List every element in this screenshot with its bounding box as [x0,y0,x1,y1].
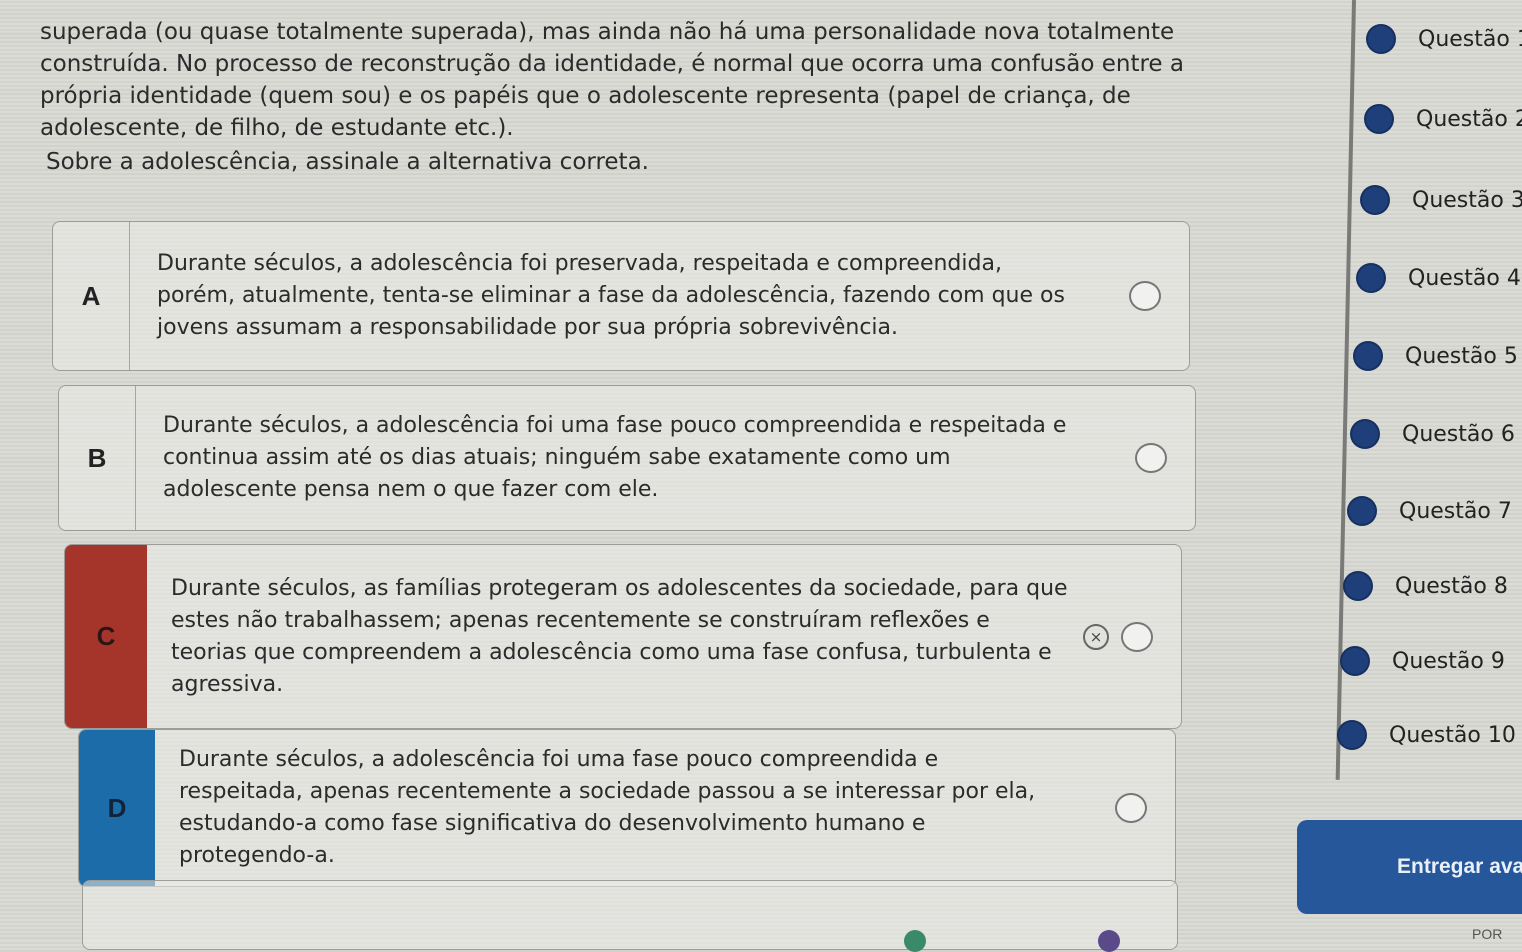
radio-button[interactable] [1129,281,1161,311]
nav-label: Questão 5 [1405,343,1518,369]
submit-assessment-button[interactable]: Entregar avaliação [1297,820,1522,914]
nav-label: Questão 1 [1418,26,1522,52]
radio-button[interactable] [1121,621,1153,652]
option-text: Durante séculos, a adolescência foi uma … [179,747,1036,868]
eliminate-icon[interactable]: × [1083,623,1109,650]
question-dot-icon [1368,26,1394,52]
passage-line: própria identidade (quem sou) e os papéi… [40,83,1131,109]
question-dot-icon [1352,421,1378,447]
nav-question-5[interactable]: Questão 5 [1355,343,1518,369]
passage-line: construída. No processo de reconstrução … [40,51,1184,77]
radio-button[interactable] [1135,443,1167,473]
nav-label: Questão 7 [1399,498,1512,524]
nav-question-7[interactable]: Questão 7 [1349,498,1512,524]
passage-line: adolescente, de filho, de estudante etc.… [40,115,514,141]
nav-question-4[interactable]: Questão 4 [1358,265,1521,291]
passage-line: superada (ou quase totalmente superada),… [40,19,1175,45]
option-text: Durante séculos, as famílias protegeram … [171,575,1068,697]
question-prompt: Sobre a adolescência, assinale a alterna… [46,149,649,175]
option-c[interactable]: C Durante séculos, as famílias protegera… [64,544,1182,729]
question-dot-icon [1342,648,1368,674]
option-letter: D [79,730,155,886]
option-d[interactable]: D Durante séculos, a adolescência foi um… [78,729,1176,887]
option-letter: A [53,222,130,370]
nav-question-9[interactable]: Questão 9 [1342,648,1505,674]
nav-question-8[interactable]: Questão 8 [1345,573,1508,599]
option-b[interactable]: B Durante séculos, a adolescência foi um… [58,385,1196,531]
option-a[interactable]: A Durante séculos, a adolescência foi pr… [52,221,1190,371]
nav-question-6[interactable]: Questão 6 [1352,421,1515,447]
nav-label: Questão 10 [1389,722,1516,748]
question-passage: superada (ou quase totalmente superada),… [40,16,1205,144]
nav-label: Questão 9 [1392,648,1505,674]
option-e-partial[interactable] [82,880,1178,950]
nav-question-3[interactable]: Questão 3 [1362,187,1522,213]
nav-question-10[interactable]: Questão 10 [1339,722,1516,748]
option-letter: B [59,386,136,530]
radio-button[interactable] [1115,793,1147,823]
nav-label: Questão 2 [1416,106,1522,132]
question-dot-icon [1358,265,1384,291]
option-text: Durante séculos, a adolescência foi pres… [157,251,1065,340]
status-dot-icon [904,930,926,952]
question-dot-icon [1339,722,1365,748]
question-dot-icon [1362,187,1388,213]
nav-question-2[interactable]: Questão 2 [1366,106,1522,132]
question-dot-icon [1366,106,1392,132]
question-dot-icon [1349,498,1375,524]
question-dot-icon [1345,573,1371,599]
option-text: Durante séculos, a adolescência foi uma … [163,413,1067,502]
nav-label: Questão 4 [1408,265,1521,291]
footer-label: POR [1472,926,1503,942]
nav-label: Questão 3 [1412,187,1522,213]
nav-label: Questão 6 [1402,421,1515,447]
nav-question-1[interactable]: Questão 1 [1368,26,1522,52]
option-letter: C [65,545,147,728]
status-dot-icon [1098,930,1120,952]
question-dot-icon [1355,343,1381,369]
nav-label: Questão 8 [1395,573,1508,599]
